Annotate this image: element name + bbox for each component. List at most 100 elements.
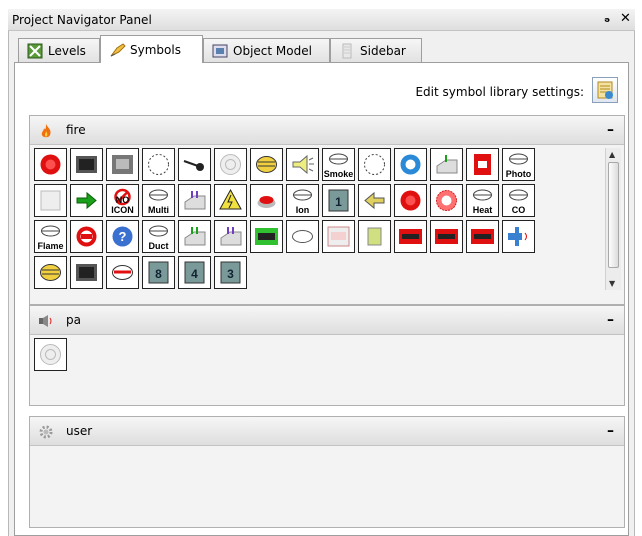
speaker-horn-symbol[interactable] — [286, 148, 319, 181]
fire-alarm-box-symbol[interactable] — [466, 148, 499, 181]
target-circle-symbol-icon — [220, 154, 241, 175]
smoke-detector-symbol[interactable]: Smoke — [322, 148, 355, 181]
pa-section-label: pa — [66, 313, 81, 327]
help-circle-symbol[interactable]: ? — [106, 220, 139, 253]
strobe-symbol-icon — [436, 190, 457, 211]
tab-object-model-label: Object Model — [233, 43, 312, 58]
pull-station-symbol[interactable] — [178, 148, 211, 181]
target-circle-symbol[interactable] — [214, 148, 247, 181]
panel-title: Project Navigator Panel — [12, 13, 152, 27]
user-section-label: user — [66, 424, 93, 438]
panel-8-symbol[interactable]: 8 — [142, 256, 175, 289]
duct-detector-symbol[interactable]: Duct — [142, 220, 175, 253]
yellow-detector-2-symbol-icon — [40, 264, 61, 281]
tab-sidebar[interactable]: Sidebar — [330, 38, 422, 62]
restore-icon[interactable]: ₔ — [604, 11, 610, 26]
tab-levels[interactable]: Levels — [18, 38, 100, 62]
module-arrows-symbol-icon — [184, 191, 206, 210]
strobe-symbol[interactable] — [430, 184, 463, 217]
photo-detector-symbol[interactable]: Photo — [502, 148, 535, 181]
panel-1-symbol[interactable]: 1 — [322, 184, 355, 217]
pull-station-symbol-icon — [183, 160, 204, 171]
red-detector-symbol[interactable] — [106, 256, 139, 289]
module-arrows-symbol[interactable] — [178, 184, 211, 217]
ion-detector-symbol[interactable]: Ion — [286, 184, 319, 217]
dotted-circle-2-symbol-icon — [364, 154, 385, 175]
module-up-symbol-icon — [436, 155, 458, 174]
green-arrow-symbol[interactable] — [70, 184, 103, 217]
dotted-circle-2-symbol[interactable] — [358, 148, 391, 181]
settings-library-button[interactable] — [592, 77, 618, 103]
heat-detector-symbol[interactable]: Heat — [466, 184, 499, 217]
red-button-symbol-icon — [257, 196, 276, 208]
multi-detector-symbol[interactable]: Multi — [142, 184, 175, 217]
symbols-content: Edit symbol library settings: fire – Smo… — [14, 62, 629, 536]
scroll-down-icon[interactable]: ▼ — [609, 279, 615, 288]
pa-minimize-button[interactable]: – — [607, 312, 614, 328]
co-detector-symbol[interactable]: CO — [502, 184, 535, 217]
panel-titlebar: Project Navigator Panel ₔ ✕ — [8, 9, 635, 31]
yellow-detector-symbol-icon — [256, 156, 277, 173]
photo-detector-symbol-caption: Photo — [505, 169, 532, 179]
close-icon[interactable]: ✕ — [620, 11, 631, 26]
green-panel-symbol[interactable] — [250, 220, 283, 253]
pa-speaker-symbol[interactable] — [34, 338, 67, 371]
dotted-circle-symbol[interactable] — [142, 148, 175, 181]
user-section-header[interactable]: user – — [30, 417, 624, 446]
sidebar-icon — [339, 43, 355, 59]
red-light-symbol[interactable] — [34, 148, 67, 181]
module-purple-symbol-icon — [220, 227, 242, 246]
high-voltage-symbol[interactable] — [214, 184, 247, 217]
pa-section-header[interactable]: pa – — [30, 306, 624, 335]
symbols-icon — [109, 42, 126, 58]
zone-box-symbol[interactable] — [322, 220, 355, 253]
red-ring-symbol-icon — [76, 226, 97, 247]
speaker-icon — [38, 313, 54, 329]
flame-detector-symbol[interactable]: Flame — [34, 220, 67, 253]
scroll-up-icon[interactable]: ▲ — [609, 150, 615, 159]
red-ring-symbol[interactable] — [70, 220, 103, 253]
panel-3-symbol-caption: 3 — [227, 267, 234, 281]
blank-panel-symbol[interactable] — [34, 184, 67, 217]
tab-symbols[interactable]: Symbols — [100, 35, 203, 63]
red-light-2-symbol[interactable] — [394, 184, 427, 217]
speaker-horn-symbol-icon — [292, 154, 314, 175]
flame-icon — [38, 123, 54, 139]
panel-3-symbol[interactable]: 3 — [214, 256, 247, 289]
blue-sensor-symbol[interactable] — [394, 148, 427, 181]
no-icon-symbol[interactable]: NO ICON — [106, 184, 139, 217]
control-panel-symbol[interactable] — [106, 148, 139, 181]
scroll-thumb[interactable] — [608, 162, 619, 268]
svg-text:?: ? — [119, 229, 127, 244]
heat-detector-symbol-caption: Heat — [472, 205, 493, 215]
module-purple-symbol[interactable] — [214, 220, 247, 253]
fire-section-header[interactable]: fire – — [30, 116, 624, 145]
module-green-symbol[interactable] — [178, 220, 211, 253]
panel-4-symbol[interactable]: 4 — [178, 256, 211, 289]
gear-icon — [38, 424, 54, 440]
ion-detector-symbol-caption: Ion — [295, 205, 310, 215]
fire-vertical-scrollbar[interactable]: ▲ ▼ — [605, 148, 621, 290]
round-detector-symbol[interactable] — [286, 220, 319, 253]
red-device-2-symbol[interactable] — [430, 220, 463, 253]
yellow-detector-symbol[interactable] — [250, 148, 283, 181]
yellow-doc-symbol[interactable] — [358, 220, 391, 253]
chip-panel-2-symbol[interactable] — [70, 256, 103, 289]
pa-section: pa – — [29, 305, 625, 406]
yellow-arrow-symbol-icon — [364, 191, 385, 210]
fire-minimize-button[interactable]: – — [607, 122, 614, 138]
red-button-symbol[interactable] — [250, 184, 283, 217]
chip-panel-2-symbol-icon — [76, 264, 97, 281]
yellow-detector-2-symbol[interactable] — [34, 256, 67, 289]
panel-8-symbol-caption: 8 — [155, 267, 162, 281]
blank-panel-symbol-icon — [40, 190, 61, 211]
red-device-3-symbol[interactable] — [466, 220, 499, 253]
red-device-3-symbol-icon — [471, 229, 494, 244]
tab-object-model[interactable]: Object Model — [203, 38, 330, 62]
yellow-arrow-symbol[interactable] — [358, 184, 391, 217]
valve-symbol[interactable] — [502, 220, 535, 253]
module-up-symbol[interactable] — [430, 148, 463, 181]
user-minimize-button[interactable]: – — [607, 423, 614, 439]
red-device-1-symbol[interactable] — [394, 220, 427, 253]
panel-chip-symbol[interactable] — [70, 148, 103, 181]
